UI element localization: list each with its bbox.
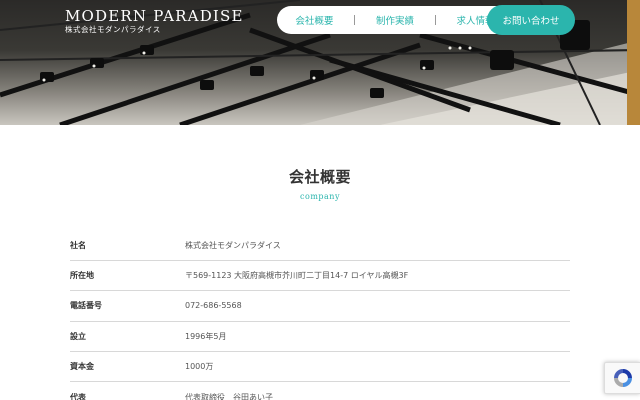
site-logo[interactable]: MODERN PARADISE 株式会社モダンパラダイス (65, 7, 244, 35)
table-row: 所在地 〒569-1123 大阪府高槻市芥川町二丁目14-7 ロイヤル高槻3F (70, 261, 570, 292)
nav-company-overview[interactable]: 会社概要 (295, 13, 333, 27)
nav-divider (354, 15, 356, 25)
table-row: 社名 株式会社モダンパラダイス (70, 231, 570, 262)
row-value: 株式会社モダンパラダイス (185, 241, 281, 251)
contact-button[interactable]: お問い合わせ (487, 5, 575, 35)
table-row: 設立 1996年5月 (70, 322, 570, 352)
logo-title: MODERN PARADISE (65, 7, 244, 25)
logo-company-name: 株式会社モダンパラダイス (65, 25, 161, 34)
row-label: 社名 (70, 241, 86, 251)
hero-image: MODERN PARADISE 株式会社モダンパラダイス 会社概要 制作実績 求… (0, 0, 640, 125)
row-value: 代表取締役 谷田あい子 (185, 392, 273, 400)
company-info-table: 社名 株式会社モダンパラダイス 所在地 〒569-1123 大阪府高槻市芥川町二… (70, 231, 570, 400)
section-title: 会社概要 (288, 168, 351, 186)
table-row: 資本金 1000万 (70, 352, 570, 382)
row-label: 資本金 (70, 361, 94, 371)
row-value: 1000万 (185, 361, 214, 371)
row-label: 代表 (70, 392, 86, 400)
table-row: 電話番号 072-686-5568 (70, 291, 570, 322)
recaptcha-badge[interactable] (604, 362, 640, 394)
main-nav: 会社概要 制作実績 求人情報 (277, 6, 513, 34)
row-value: 1996年5月 (185, 331, 227, 341)
row-label: 設立 (70, 331, 86, 341)
row-label: 所在地 (70, 271, 94, 281)
nav-works[interactable]: 制作実績 (376, 13, 414, 27)
table-row: 代表 代表取締役 谷田あい子 (70, 382, 570, 400)
section-subtitle: company (300, 192, 340, 201)
row-value: 〒569-1123 大阪府高槻市芥川町二丁目14-7 ロイヤル高槻3F (185, 271, 409, 281)
row-value: 072-686-5568 (185, 301, 242, 311)
nav-divider (434, 15, 436, 25)
row-label: 電話番号 (70, 301, 102, 311)
recaptcha-icon (613, 369, 632, 387)
